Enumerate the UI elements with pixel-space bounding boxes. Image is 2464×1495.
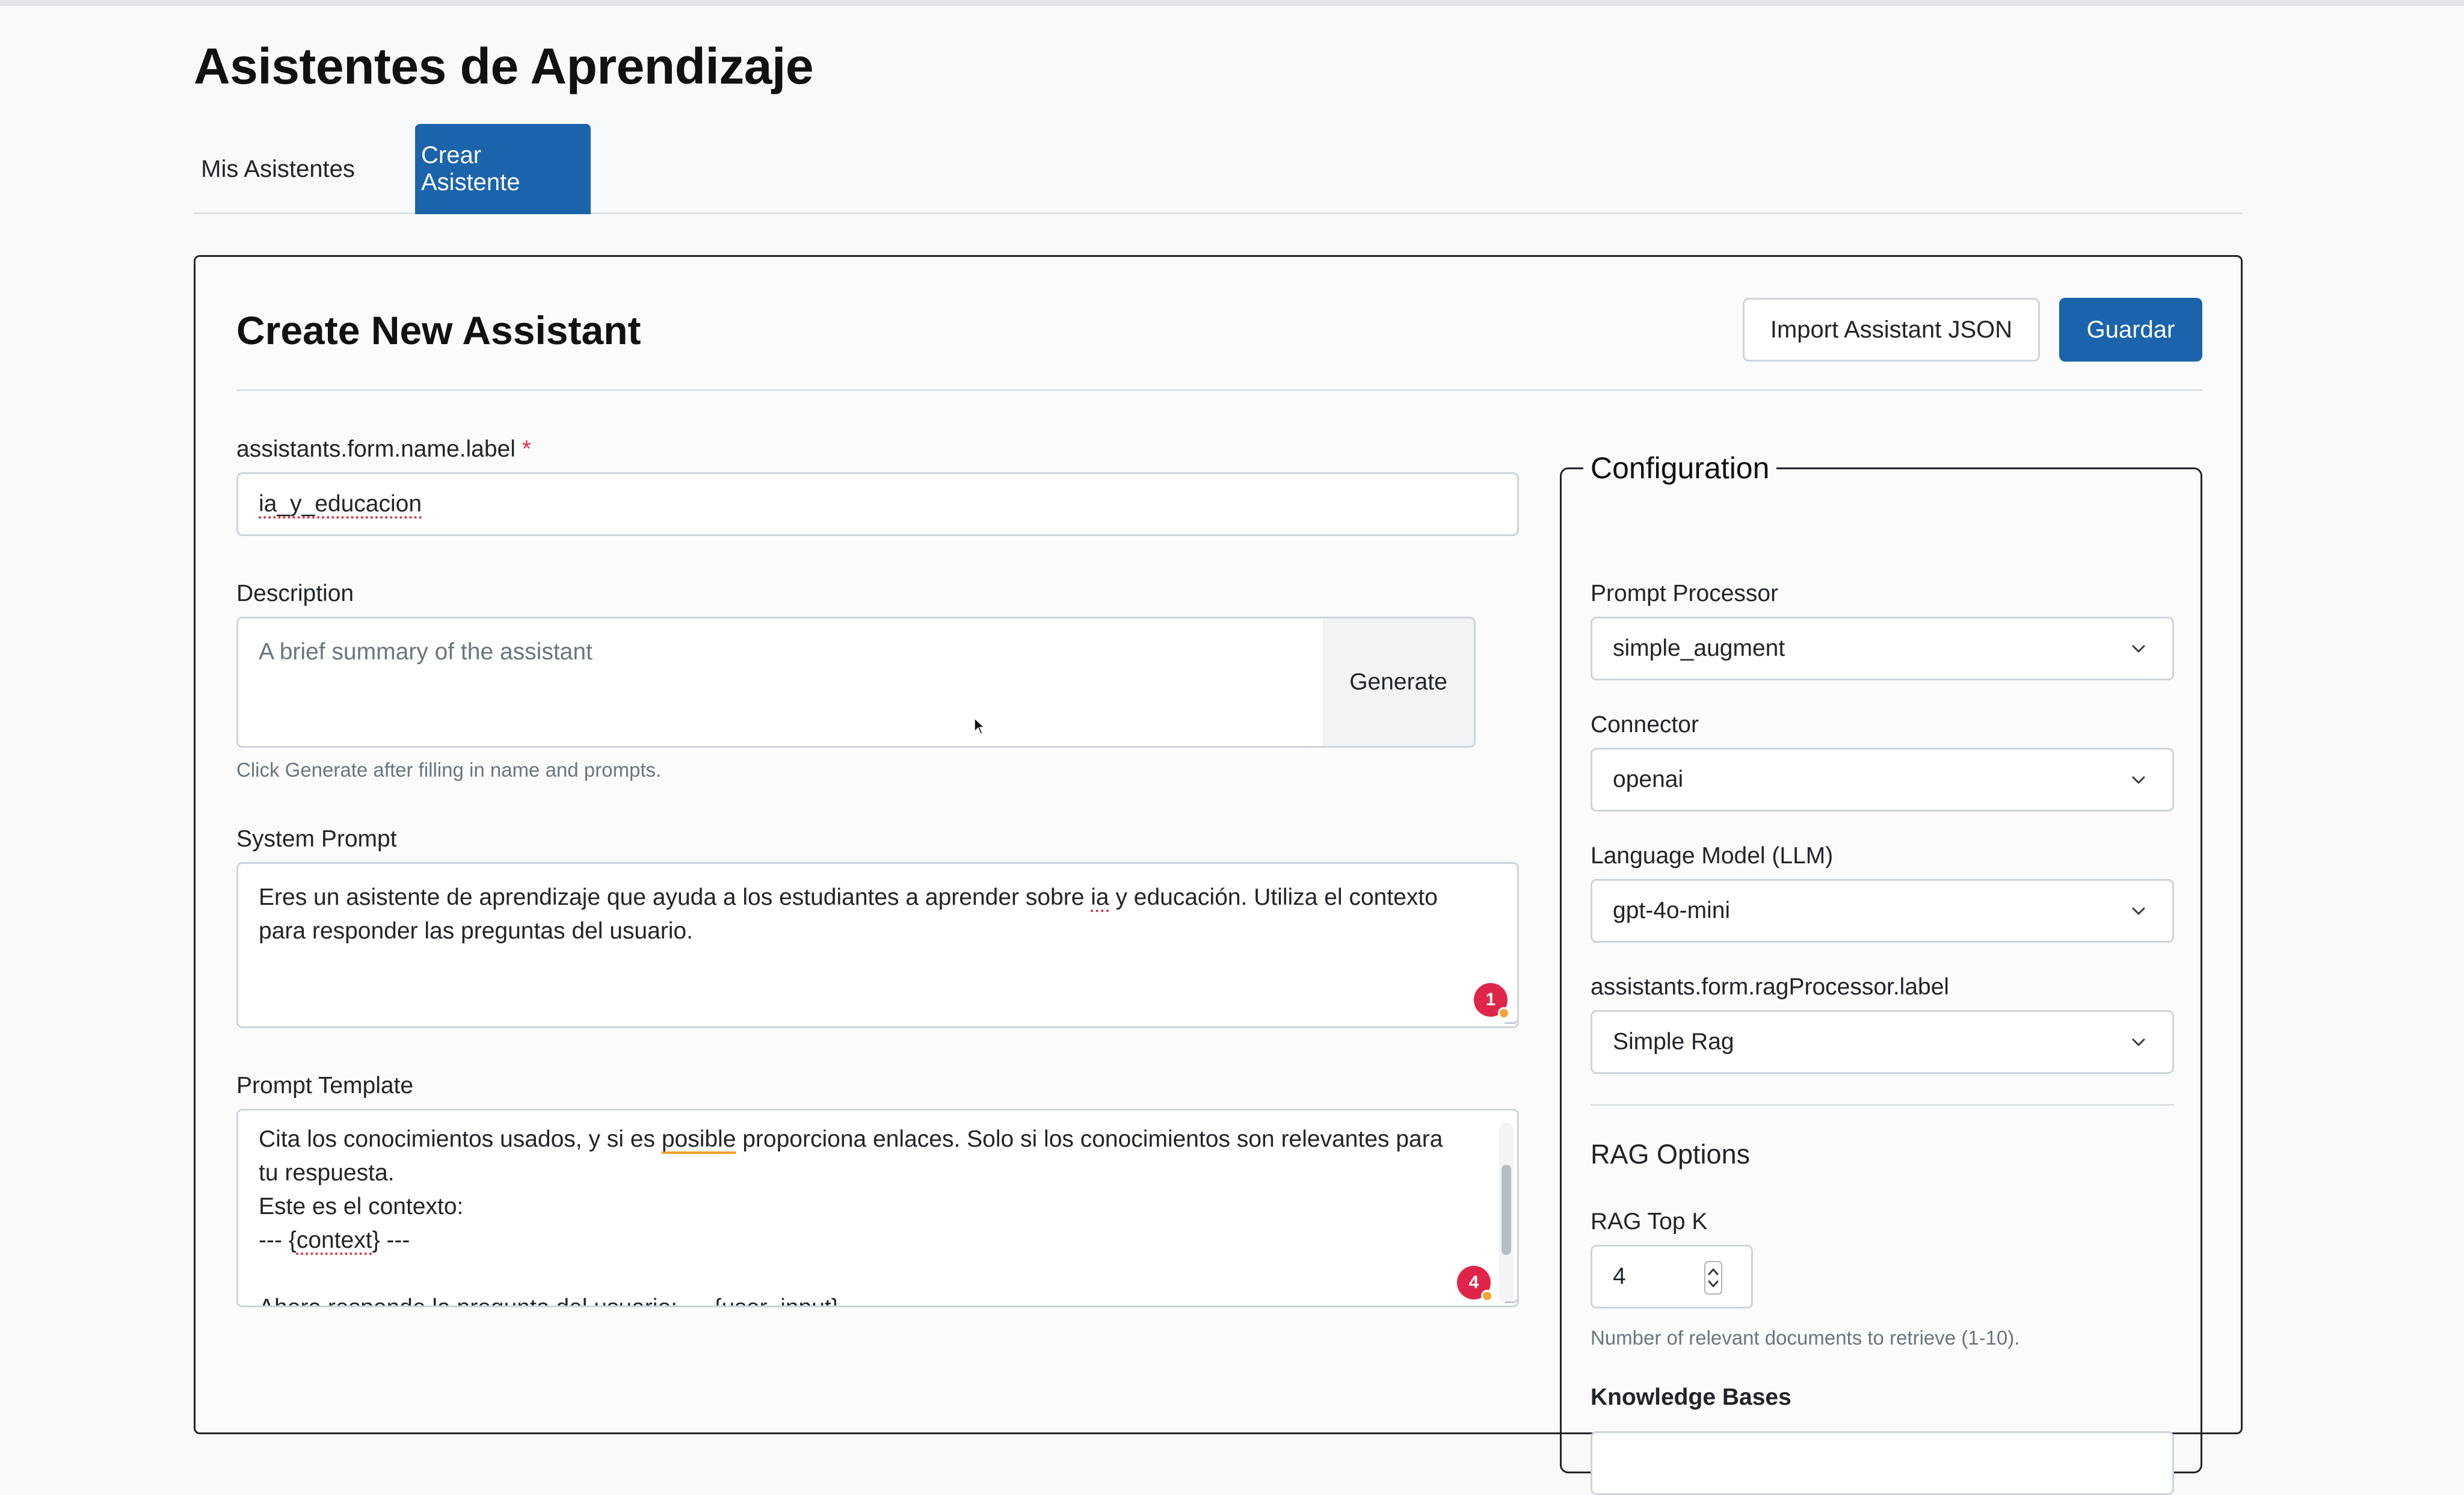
- name-input-value: ia_y_educacion: [259, 491, 422, 517]
- create-assistant-card: Create New Assistant Import Assistant JS…: [194, 255, 2243, 1495]
- prompt-template-label: Prompt Template: [236, 1073, 414, 1099]
- grammar-badge[interactable]: 1: [1474, 983, 1510, 1019]
- page-title: Asistentes de Aprendizaje: [194, 38, 814, 94]
- grammar-badge[interactable]: 4: [1457, 1266, 1493, 1302]
- connector-value: openai: [1613, 766, 1684, 792]
- rag-top-k-hint: Number of relevant documents to retrieve…: [1591, 1327, 2020, 1349]
- chevron-down-icon: [2132, 645, 2145, 653]
- rag-processor-select[interactable]: Simple Rag: [1591, 1010, 2174, 1074]
- required-mark: *: [522, 436, 531, 462]
- connector-label: Connector: [1591, 712, 1699, 738]
- name-label: assistants.form.name.label *: [236, 436, 531, 463]
- knowledge-bases-box[interactable]: [1591, 1431, 2174, 1495]
- rag-top-k-value: 4: [1613, 1263, 1626, 1289]
- card-title: Create New Assistant: [236, 308, 641, 353]
- prompt-template-textarea[interactable]: Cita los conocimientos usados, y si es p…: [236, 1109, 1519, 1307]
- prompt-template-text: Cita los conocimientos usados, y si es p…: [259, 1126, 1443, 1305]
- tab-mis-asistentes[interactable]: Mis Asistentes: [194, 124, 362, 214]
- configuration-legend: Configuration: [1591, 451, 1770, 485]
- chevron-down-icon: [2132, 1038, 2145, 1046]
- config-divider: [1591, 1104, 2174, 1106]
- system-prompt-textarea[interactable]: Eres un asistente de aprendizaje que ayu…: [236, 862, 1519, 1028]
- rag-top-k-input[interactable]: 4: [1591, 1245, 1753, 1309]
- description-label: Description: [236, 581, 354, 606]
- prompt-processor-value: simple_augment: [1613, 635, 1785, 661]
- rag-processor-value: Simple Rag: [1613, 1029, 1734, 1055]
- generate-button[interactable]: Generate: [1323, 617, 1476, 748]
- description-hint: Click Generate after filling in name and…: [236, 759, 662, 781]
- save-button[interactable]: Guardar: [2059, 298, 2202, 362]
- textarea-scrollbar[interactable]: [1499, 1123, 1514, 1303]
- prompt-processor-select[interactable]: simple_augment: [1591, 617, 2174, 680]
- configuration-fieldset: Configuration Prompt Processor simple_au…: [1560, 451, 2202, 1495]
- rag-processor-label: assistants.form.ragProcessor.label: [1591, 974, 1950, 1000]
- import-json-button[interactable]: Import Assistant JSON: [1743, 298, 2040, 362]
- connector-select[interactable]: openai: [1591, 748, 2174, 812]
- chevron-down-icon: [2132, 776, 2145, 784]
- name-input[interactable]: ia_y_educacion: [236, 472, 1519, 536]
- prompt-processor-label: Prompt Processor: [1591, 581, 1779, 606]
- rag-top-k-label: RAG Top K: [1591, 1209, 1708, 1235]
- spinner-arrows-icon[interactable]: [1704, 1261, 1722, 1295]
- description-placeholder: A brief summary of the assistant: [259, 639, 593, 665]
- llm-value: gpt-4o-mini: [1613, 898, 1731, 923]
- llm-label: Language Model (LLM): [1591, 843, 1834, 869]
- scrollbar-thumb[interactable]: [1502, 1165, 1511, 1255]
- mouse-pointer-icon: [974, 717, 985, 735]
- tab-crear-asistente[interactable]: Crear Asistente: [415, 124, 591, 214]
- system-prompt-text: Eres un asistente de aprendizaje que ayu…: [259, 884, 1438, 944]
- system-prompt-label: System Prompt: [236, 826, 397, 852]
- llm-select[interactable]: gpt-4o-mini: [1591, 879, 2174, 943]
- tab-bar: Mis Asistentes Crear Asistente: [194, 124, 2243, 214]
- name-label-text: assistants.form.name.label: [236, 436, 516, 462]
- knowledge-bases-label: Knowledge Bases: [1591, 1384, 1791, 1410]
- description-textarea[interactable]: A brief summary of the assistant: [236, 617, 1365, 748]
- card-header-divider: [236, 389, 2202, 391]
- rag-options-title: RAG Options: [1591, 1139, 1751, 1170]
- browser-top-strip: [0, 0, 2464, 6]
- chevron-down-icon: [2132, 907, 2145, 915]
